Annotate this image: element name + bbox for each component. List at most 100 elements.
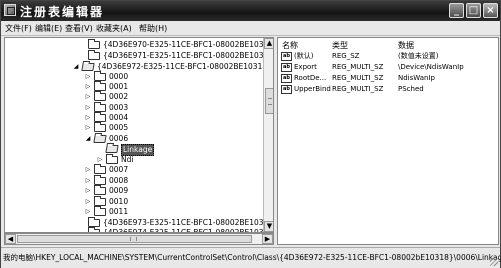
collapse-arrow-icon[interactable]: ◢ xyxy=(85,136,91,142)
folder-icon xyxy=(88,217,100,227)
tree-node-label: 0011 xyxy=(109,207,129,216)
folder-icon xyxy=(94,102,106,112)
folder-icon xyxy=(94,91,106,101)
values-list-pane[interactable]: 名称 类型 数据 ab (默认) REG_SZ (数值未设置) ab Export REG_… xyxy=(277,37,499,245)
tree-node-label: 0003 xyxy=(109,103,129,112)
expand-arrow-icon[interactable]: ▷ xyxy=(85,105,91,111)
open-folder-icon xyxy=(105,145,119,153)
tree-horizontal-scrollbar[interactable]: ◀ ▶ xyxy=(4,233,274,245)
tree-node-label: 0005 xyxy=(109,123,129,132)
value-name: Export xyxy=(294,63,317,71)
scroll-thumb[interactable] xyxy=(265,88,273,114)
folder-icon xyxy=(94,112,106,122)
value-data: NdisWanIp xyxy=(398,74,435,82)
tree-node-label: 0001 xyxy=(109,82,129,91)
scroll-up-button[interactable]: ▲ xyxy=(264,38,273,49)
title-bar[interactable]: 注册表编辑器 _ □ × xyxy=(1,1,500,21)
value-data: PSched xyxy=(398,85,424,93)
folder-icon xyxy=(94,164,106,174)
collapse-arrow-icon[interactable]: ◢ xyxy=(73,64,79,70)
tree-node-label: 0008 xyxy=(109,176,129,185)
tree-node-label: Ndi xyxy=(121,155,134,164)
open-folder-icon xyxy=(81,63,95,71)
tree-node-label: 0010 xyxy=(109,197,129,206)
scroll-left-button[interactable]: ◀ xyxy=(5,234,16,244)
tree-node-label: {4D36E971-E325-11CE-BFC1-08002BE10318} xyxy=(103,51,274,60)
expand-arrow-icon[interactable] xyxy=(79,220,85,226)
window-title: 注册表编辑器 xyxy=(20,5,105,19)
folder-icon xyxy=(94,185,106,195)
folder-icon xyxy=(94,175,106,185)
expand-arrow-icon[interactable]: ▷ xyxy=(85,84,91,90)
maximize-button[interactable]: □ xyxy=(466,3,481,18)
expand-arrow-icon[interactable]: ▷ xyxy=(85,125,91,131)
scroll-right-button[interactable]: ▶ xyxy=(262,234,273,244)
folder-icon xyxy=(94,81,106,91)
expand-arrow-icon[interactable]: ▷ xyxy=(85,74,91,80)
tree-node-label: {4D36E970-E325-11CE-BFC1-08002BE10318} xyxy=(103,40,274,49)
menu-file[interactable]: 文件(F) xyxy=(5,23,32,34)
status-bar: 我的电脑\HKEY_LOCAL_MACHINE\SYSTEM\CurrentCo… xyxy=(1,247,501,268)
value-type: REG_MULTI_SZ xyxy=(332,85,384,93)
folder-icon xyxy=(94,71,106,81)
string-value-icon: ab xyxy=(281,85,292,94)
folder-icon xyxy=(94,196,106,206)
expand-arrow-icon[interactable] xyxy=(79,42,85,48)
tree-node-label: 0002 xyxy=(109,92,129,101)
expand-arrow-icon[interactable]: ▷ xyxy=(85,94,91,100)
resize-grip-icon[interactable] xyxy=(490,258,498,266)
tree-node-label: {4D36E972-E325-11CE-BFC1-08002BE10318} xyxy=(97,62,272,71)
value-row[interactable]: ab UpperBind REG_MULTI_SZ PSched xyxy=(278,84,498,95)
value-type: REG_SZ xyxy=(332,52,360,60)
value-name: UpperBind xyxy=(294,85,331,93)
value-data: (数值未设置) xyxy=(398,52,439,60)
menu-edit[interactable]: 编辑(E) xyxy=(35,23,62,34)
value-data: \Device\NdisWanIp xyxy=(398,63,464,71)
string-value-icon: ab xyxy=(281,52,292,61)
column-header-data[interactable]: 数据 xyxy=(398,40,414,51)
value-type: REG_MULTI_SZ xyxy=(332,74,384,82)
folder-icon xyxy=(94,206,106,216)
scroll-down-button[interactable]: ▼ xyxy=(264,221,273,232)
horizontal-scroll-thumb[interactable] xyxy=(17,235,252,243)
status-path: 我的电脑\HKEY_LOCAL_MACHINE\SYSTEM\CurrentCo… xyxy=(3,253,501,262)
folder-icon xyxy=(88,50,100,60)
tree-node-label: 0000 xyxy=(109,72,129,81)
string-value-icon: ab xyxy=(281,74,292,83)
expand-arrow-icon[interactable]: ▷ xyxy=(85,115,91,121)
value-type: REG_MULTI_SZ xyxy=(332,63,384,71)
expand-arrow-icon[interactable] xyxy=(97,146,103,152)
menu-help[interactable]: 帮助(H) xyxy=(139,23,167,34)
value-name: RootDe... xyxy=(294,74,327,82)
expand-arrow-icon[interactable]: ▷ xyxy=(85,199,91,205)
value-name: (默认) xyxy=(294,52,314,60)
registry-app-icon xyxy=(4,4,16,16)
expand-arrow-icon[interactable]: ▷ xyxy=(97,157,103,163)
column-header-type[interactable]: 类型 xyxy=(332,40,348,51)
open-folder-icon xyxy=(93,135,107,143)
tree-node-label: {4D36E973-E325-11CE-BFC1-08002BE10318} xyxy=(103,218,274,227)
expand-arrow-icon[interactable]: ▷ xyxy=(85,209,91,215)
tree-vertical-scrollbar[interactable]: ▲ ▼ xyxy=(263,38,273,232)
menu-favorites[interactable]: 收藏夹(A) xyxy=(96,23,132,34)
folder-icon xyxy=(88,39,100,49)
tree-node-label: 0007 xyxy=(109,165,129,174)
folder-icon xyxy=(106,154,118,164)
folder-icon xyxy=(94,122,106,132)
value-row[interactable]: ab Export REG_MULTI_SZ \Device\NdisWanIp xyxy=(278,62,498,73)
minimize-button[interactable]: _ xyxy=(449,3,464,18)
menu-view[interactable]: 查看(V) xyxy=(65,23,93,34)
column-header-name[interactable]: 名称 xyxy=(282,40,298,51)
close-button[interactable]: × xyxy=(483,3,498,18)
string-value-icon: ab xyxy=(281,63,292,72)
tree-node-label: 0009 xyxy=(109,186,129,195)
value-row[interactable]: ab (默认) REG_SZ (数值未设置) xyxy=(278,51,498,62)
expand-arrow-icon[interactable]: ▷ xyxy=(85,188,91,194)
key-tree-pane[interactable]: {4D36E970-E325-11CE-BFC1-08002BE10318} {4… xyxy=(4,37,274,233)
expand-arrow-icon[interactable]: ▷ xyxy=(85,178,91,184)
tree-node-label: 0004 xyxy=(109,113,129,122)
expand-arrow-icon[interactable]: ▷ xyxy=(85,167,91,173)
expand-arrow-icon[interactable] xyxy=(79,53,85,59)
value-row[interactable]: ab RootDe... REG_MULTI_SZ NdisWanIp xyxy=(278,73,498,84)
registry-editor-window: 注册表编辑器 _ □ × 文件(F) 编辑(E) 查看(V) 收藏夹(A) 帮助… xyxy=(0,0,501,268)
